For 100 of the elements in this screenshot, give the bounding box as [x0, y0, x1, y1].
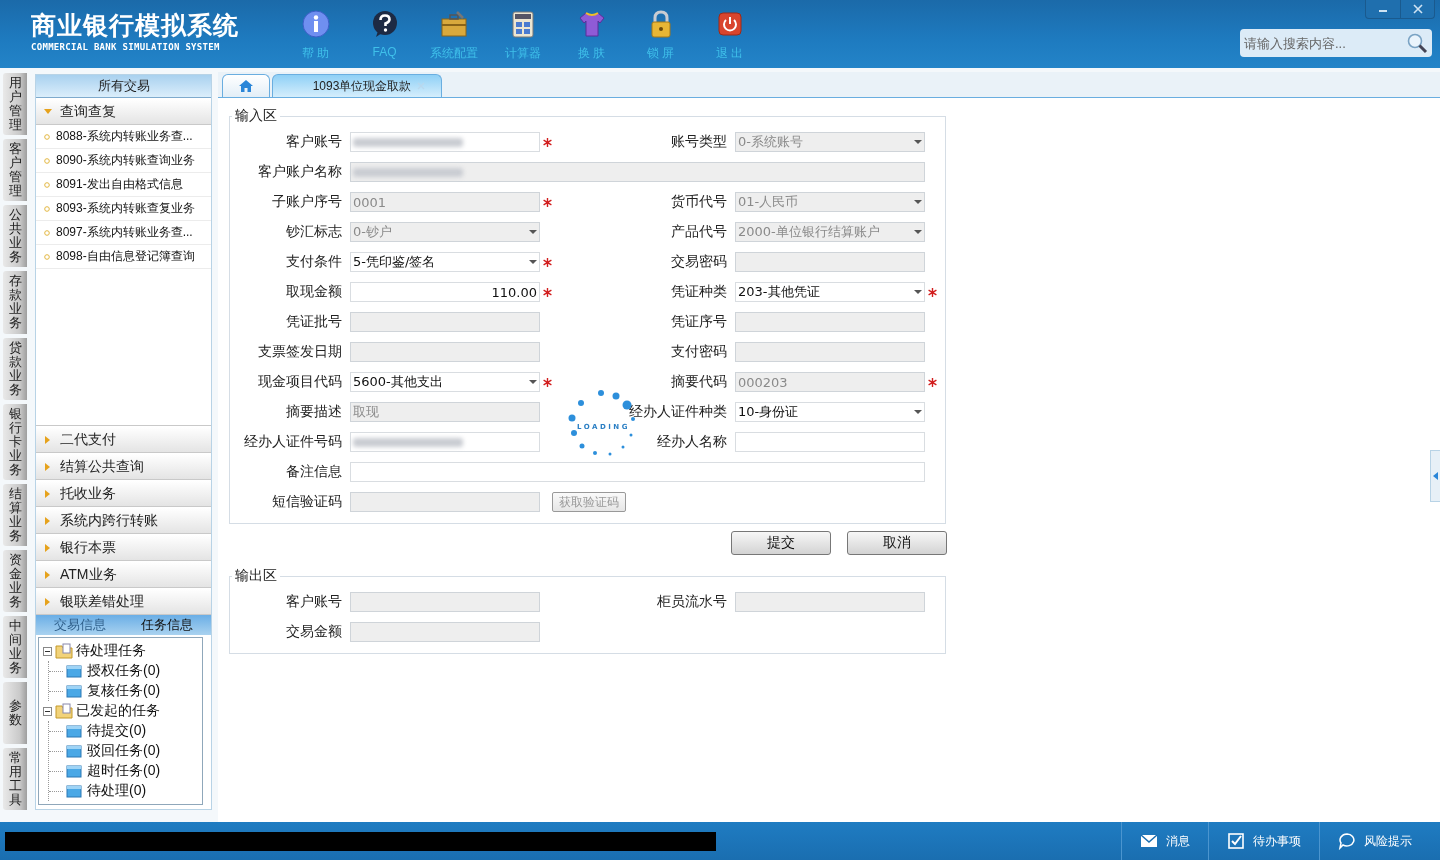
caret-right-icon — [44, 543, 52, 552]
form-button[interactable]: 取消 — [847, 531, 947, 555]
panel-tab[interactable]: 任务信息 — [123, 615, 211, 635]
dropdown[interactable]: 10-身份证 — [735, 402, 925, 422]
tree-node[interactable]: 复核任务(0) — [87, 682, 161, 700]
required-icon — [543, 287, 552, 297]
form-button[interactable]: 提交 — [731, 531, 831, 555]
field-label: 钞汇标志 — [285, 223, 343, 241]
folder-icon — [66, 744, 82, 758]
field-label: 摘要代码 — [670, 373, 728, 391]
tree-node[interactable]: 超时任务(0) — [87, 762, 161, 780]
menu-item[interactable]: 8098-自由信息登记簿查询 — [36, 245, 211, 269]
search-field[interactable]: 请输入搜索内容... — [1240, 29, 1432, 57]
side-tab[interactable]: 结算业务 — [3, 483, 27, 546]
field-label: 客户账户名称 — [257, 163, 343, 181]
field-label: 经办人证件号码 — [243, 433, 343, 451]
bullet-icon — [44, 133, 50, 140]
caret-down-icon — [44, 107, 52, 116]
menu-item[interactable]: 8091-发出自由格式信息 — [36, 173, 211, 197]
folder-icon — [66, 684, 82, 698]
field-label: 交易金额 — [285, 623, 343, 641]
side-tab[interactable]: 银行卡业务 — [3, 403, 27, 480]
field-label: 短信验证码 — [271, 493, 343, 511]
caret-down-icon — [529, 259, 537, 265]
collapse-handle[interactable] — [1430, 450, 1440, 502]
panel-tab[interactable]: 交易信息 — [36, 615, 124, 635]
status-button[interactable]: 待办事项 — [1208, 822, 1319, 860]
field-label: 摘要描述 — [285, 403, 343, 421]
status-button[interactable]: 风险提示 — [1319, 822, 1440, 860]
menu-item[interactable]: 8088-系统内转账业务查... — [36, 125, 211, 149]
input-field[interactable] — [350, 132, 540, 152]
input-field[interactable] — [350, 432, 540, 452]
section-title: 输入区 — [234, 107, 278, 125]
folder-icon — [55, 703, 73, 719]
field-label: 子账户序号 — [271, 193, 343, 211]
folder-icon — [66, 724, 82, 738]
caret-right-icon — [44, 462, 52, 471]
caret-right-icon — [44, 516, 52, 525]
caret-down-icon — [529, 229, 537, 235]
status-button[interactable]: 消息 — [1121, 822, 1208, 860]
collapse-icon[interactable] — [43, 646, 52, 656]
tree-node[interactable]: 待提交(0) — [87, 722, 147, 740]
bullet-icon — [44, 181, 50, 188]
required-icon — [928, 377, 937, 387]
side-tab[interactable]: 客户管理 — [3, 139, 27, 202]
bullet-icon — [44, 157, 50, 164]
tree-node[interactable]: 待处理任务 — [76, 642, 146, 660]
caret-left-icon — [1433, 472, 1438, 480]
field-label: 取现金额 — [285, 283, 343, 301]
caret-down-icon — [914, 199, 922, 205]
field-label: 凭证批号 — [285, 313, 343, 331]
caret-right-icon — [44, 570, 52, 579]
info-icon — [300, 9, 331, 39]
side-tab[interactable]: 公共业务 — [3, 205, 27, 268]
bullet-icon — [44, 205, 50, 212]
collapse-icon[interactable] — [43, 706, 52, 716]
required-icon — [543, 137, 552, 147]
field-label: 经办人证件种类 — [628, 403, 728, 421]
menu-item[interactable]: 8090-系统内转账查询业务 — [36, 149, 211, 173]
tree-node[interactable]: 驳回任务(0) — [87, 742, 161, 760]
folder-icon — [66, 784, 82, 798]
home-tab[interactable] — [222, 74, 270, 97]
caret-right-icon — [44, 489, 52, 498]
close-icon — [1412, 4, 1423, 14]
tree-node[interactable]: 已发起的任务 — [76, 702, 160, 720]
menu-item[interactable]: 8097-系统内转账业务查... — [36, 221, 211, 245]
field-label: 客户账号 — [285, 593, 343, 611]
side-tab[interactable]: 用户管理 — [3, 73, 27, 136]
menu-item[interactable]: 8093-系统内转账查复业务 — [36, 197, 211, 221]
caret-right-icon — [44, 597, 52, 606]
side-tab[interactable]: 资金业务 — [3, 549, 27, 613]
page-tab[interactable]: 1093单位现金取款 — [272, 74, 442, 97]
input-field[interactable] — [735, 432, 925, 452]
caret-down-icon — [914, 139, 922, 145]
dropdown[interactable]: 203-其他凭证 — [735, 282, 925, 302]
checkbox-icon — [1227, 832, 1245, 850]
dropdown[interactable]: 5-凭印鉴/签名 — [350, 252, 540, 272]
input-field[interactable]: 110.00 — [350, 282, 540, 302]
side-tab[interactable]: 贷款业务 — [3, 337, 27, 400]
app-subtitle: COMMERCIAL BANK SIMULATION SYSTEM — [31, 42, 221, 52]
tree-node[interactable]: 授权任务(0) — [87, 662, 161, 680]
side-tab[interactable]: 参数 — [3, 682, 27, 745]
field-label: 货币代号 — [670, 193, 728, 211]
field-label: 凭证序号 — [670, 313, 728, 331]
section-title: 输出区 — [234, 567, 278, 585]
close-icon[interactable] — [417, 82, 426, 90]
required-icon — [928, 287, 937, 297]
required-icon — [543, 377, 552, 387]
required-icon — [543, 197, 552, 207]
tree-node[interactable]: 待处理(0) — [87, 782, 147, 800]
dropdown[interactable]: 5600-其他支出 — [350, 372, 540, 392]
bullet-icon — [44, 253, 50, 260]
caret-down-icon — [914, 289, 922, 295]
side-tab[interactable]: 存款业务 — [3, 271, 27, 334]
side-tab[interactable]: 中间业务 — [3, 616, 27, 679]
side-tab[interactable]: 常用工具 — [3, 748, 27, 811]
field-label: 支付密码 — [670, 343, 728, 361]
caret-down-icon — [529, 379, 537, 385]
toolbox-icon — [438, 9, 469, 39]
input-field[interactable] — [350, 462, 925, 482]
